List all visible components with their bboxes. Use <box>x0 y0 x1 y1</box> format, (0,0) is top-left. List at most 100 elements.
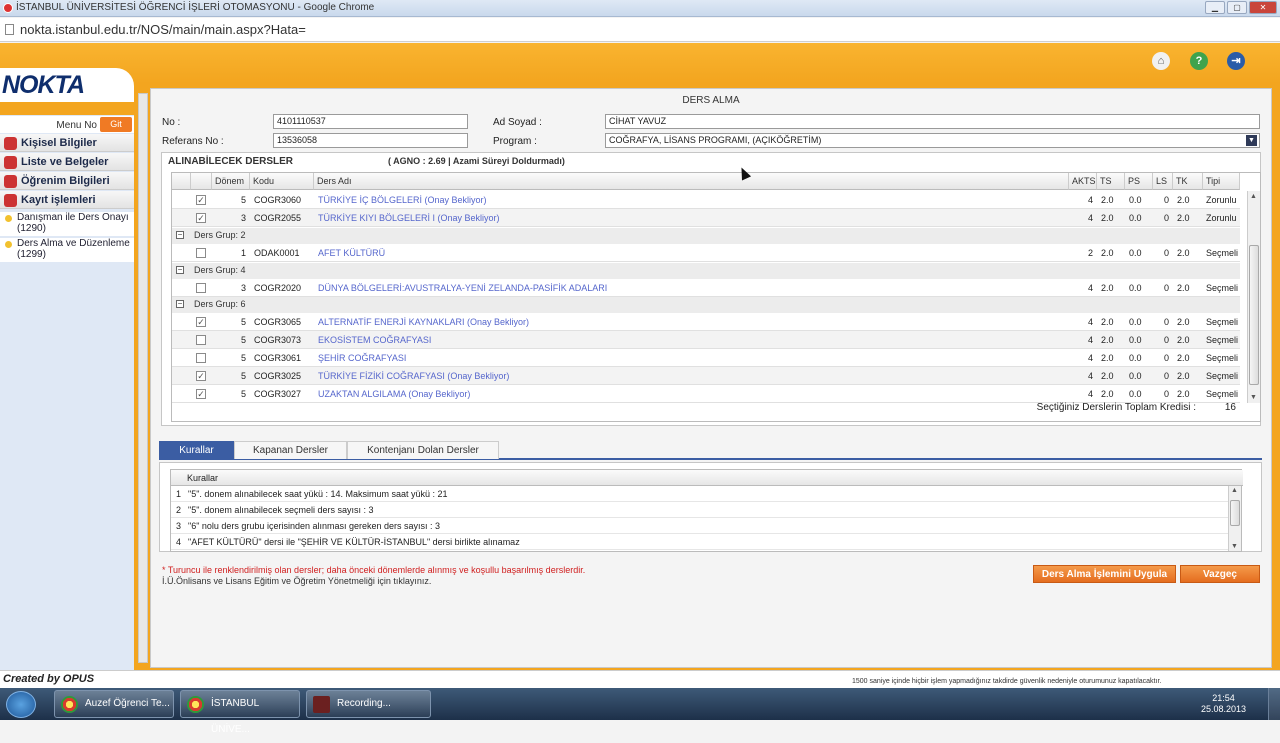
no-field[interactable]: 4101110537 <box>273 114 468 129</box>
course-checkbox[interactable]: ✓ <box>196 195 206 205</box>
scroll-down-icon[interactable]: ▼ <box>1231 543 1238 550</box>
minimize-button[interactable]: ▁ <box>1205 1 1225 14</box>
ref-field[interactable]: 13536058 <box>273 133 468 148</box>
course-row[interactable]: 3 COGR2020 DÜNYA BÖLGELERİ:AVUSTRALYA-YENİ… <box>172 279 1240 297</box>
course-group-row[interactable]: − Ders Grup: 2 <box>172 228 1240 244</box>
page-icon <box>5 24 14 35</box>
taskbar-item-istanbul[interactable]: İSTANBUL ÜNİVE... <box>180 690 300 735</box>
course-checkbox[interactable] <box>196 283 206 293</box>
logo-text: NOKTA <box>2 71 85 99</box>
tab-kontenjani-dolan[interactable]: Kontenjanı Dolan Dersler <box>347 441 499 459</box>
course-cell: 2.0 <box>1101 283 1114 293</box>
apply-button[interactable]: Ders Alma İşlemini Uygula <box>1033 565 1176 583</box>
name-field[interactable]: CİHAT YAVUZ <box>605 114 1260 129</box>
bullet-icon <box>5 241 12 248</box>
col-ders-adi[interactable]: Ders Adı <box>314 173 1069 190</box>
course-cell: Seçmeli <box>1206 283 1239 293</box>
col-ps[interactable]: PS <box>1125 173 1153 190</box>
sidebar-subitem-ders-alma[interactable]: Ders Alma ve Düzenleme (1299) <box>0 238 134 262</box>
label-text: Kayıt işlemleri <box>21 194 96 206</box>
course-cell: Seçmeli <box>1206 389 1239 399</box>
course-cell: 0 <box>1163 213 1169 223</box>
collapse-icon[interactable]: − <box>176 231 184 239</box>
courses-scrollbar[interactable]: ▲ ▼ <box>1247 191 1260 403</box>
course-checkbox[interactable]: ✓ <box>196 371 206 381</box>
system-clock[interactable]: 21:54 25.08.2013 <box>1201 693 1246 715</box>
course-checkbox[interactable]: ✓ <box>196 389 206 399</box>
course-row[interactable]: ✓ 5 COGR3025 TÜRKİYE FİZİKİ COĞRAFYASI (Ona… <box>172 367 1240 385</box>
scroll-up-icon[interactable]: ▲ <box>1250 193 1257 200</box>
course-cell: 2.0 <box>1101 353 1114 363</box>
course-row[interactable]: ✓ 3 COGR2055 TÜRKİYE KIYI BÖLGELERİ I (Onay… <box>172 209 1240 227</box>
nokta-logo[interactable]: NOKTA <box>0 68 134 102</box>
course-row[interactable]: 5 COGR3073 EKOSİSTEM COĞRAFYASI 4 2.0 0.0 0 2.0… <box>172 331 1240 349</box>
taskbar-item-auzef[interactable]: Auzef Öğrenci Te... <box>54 690 174 718</box>
sidebar-item-kayit[interactable]: Kayıt işlemleri <box>0 191 134 209</box>
course-checkbox[interactable]: ✓ <box>196 317 206 327</box>
regulation-link[interactable]: İ.Ü.Önlisans ve Lisans Eğitim ve Öğretim… <box>162 576 431 586</box>
course-cell: 2.0 <box>1177 371 1190 381</box>
chevron-down-icon[interactable]: ▼ <box>1246 135 1257 146</box>
course-cell: COGR3060 <box>254 195 302 205</box>
sidebar-subitem-danisman[interactable]: Danışman ile Ders Onayı (1290) <box>0 212 134 236</box>
help-icon[interactable]: ? <box>1190 52 1208 70</box>
col-donem[interactable]: Dönem <box>212 173 250 190</box>
label-text: "AFET KÜLTÜRÜ" dersi ile "ŞEHİR VE KÜLTÜ… <box>188 537 520 547</box>
cancel-button[interactable]: Vazgeç <box>1180 565 1260 583</box>
course-checkbox[interactable] <box>196 335 206 345</box>
taskbar-item-recording[interactable]: Recording... <box>306 690 431 718</box>
course-cell: 3 <box>240 213 246 223</box>
course-checkbox[interactable] <box>196 353 206 363</box>
course-row[interactable]: 1 ODAK0001 AFET KÜLTÜRÜ 2 2.0 0.0 0 2.0 Seçmeli <box>172 244 1240 262</box>
go-button[interactable]: Git <box>100 117 132 132</box>
left-scrollbar[interactable] <box>138 93 148 663</box>
home-icon[interactable]: ⌂ <box>1152 52 1170 70</box>
logout-icon[interactable]: ⇥ <box>1227 52 1245 70</box>
course-checkbox[interactable]: ✓ <box>196 213 206 223</box>
rules-scrollbar[interactable]: ▲ ▼ <box>1228 486 1241 551</box>
tab-kapanan-dersler[interactable]: Kapanan Dersler <box>234 441 347 459</box>
course-group-row[interactable]: − Ders Grup: 6 <box>172 297 1240 313</box>
course-row[interactable]: ✓ 5 COGR3060 TÜRKİYE İÇ BÖLGELERİ (Onay Bek… <box>172 191 1240 209</box>
col-akts[interactable]: AKTS <box>1069 173 1097 190</box>
scroll-thumb[interactable] <box>1249 245 1259 385</box>
col-tipi[interactable]: Tipi <box>1203 173 1240 190</box>
ders-alma-panel: DERS ALMA No : 4101110537 Referans No : … <box>150 88 1272 668</box>
maximize-button[interactable]: ▢ <box>1227 1 1247 14</box>
sidebar-item-kisisel[interactable]: Kişisel Bilgiler <box>0 134 134 152</box>
program-label: Program : <box>493 136 537 147</box>
start-button[interactable] <box>6 691 36 718</box>
window-title: İSTANBUL ÜNİVERSİTESİ ÖĞRENCİ İŞLERİ OTO… <box>16 2 375 13</box>
sidebar-item-ogrenim[interactable]: Öğrenim Bilgileri <box>0 172 134 190</box>
url-text[interactable]: nokta.istanbul.edu.tr/NOS/main/main.aspx… <box>20 22 306 37</box>
course-cell: 2.0 <box>1177 248 1190 258</box>
address-bar[interactable]: nokta.istanbul.edu.tr/NOS/main/main.aspx… <box>0 18 1280 42</box>
course-cell: 2.0 <box>1177 353 1190 363</box>
scroll-down-icon[interactable]: ▼ <box>1250 394 1257 401</box>
collapse-icon[interactable]: − <box>176 300 184 308</box>
scroll-thumb[interactable] <box>1230 500 1240 526</box>
rule-row: 1 "5". donem alınabilecek saat yükü : 14.… <box>171 486 1229 502</box>
close-button[interactable]: ✕ <box>1249 1 1277 14</box>
course-group-row[interactable]: − Ders Grup: 4 <box>172 263 1240 279</box>
education-icon <box>4 175 17 188</box>
course-checkbox[interactable] <box>196 248 206 258</box>
course-cell: 2.0 <box>1101 371 1114 381</box>
course-row[interactable]: ✓ 5 COGR3065 ALTERNATİF ENERJİ KAYNAKLARI (… <box>172 313 1240 331</box>
window-controls: ▁ ▢ ✕ <box>1205 1 1277 14</box>
course-row[interactable]: ✓ 5 COGR3027 UZAKTAN ALGILAMA (Onay Bekliyo… <box>172 385 1240 403</box>
no-label: No : <box>162 117 181 128</box>
tab-kurallar[interactable]: Kurallar <box>159 441 234 459</box>
program-select[interactable]: COĞRAFYA, LİSANS PROGRAMI, (AÇIKÖĞRETİM)… <box>605 133 1260 148</box>
collapse-icon[interactable]: − <box>176 266 184 274</box>
course-cell: 4 <box>1087 371 1093 381</box>
show-desktop-button[interactable] <box>1268 688 1280 720</box>
course-cell: Seçmeli <box>1206 317 1239 327</box>
col-ts[interactable]: TS <box>1097 173 1125 190</box>
sidebar-item-liste[interactable]: Liste ve Belgeler <box>0 153 134 171</box>
scroll-up-icon[interactable]: ▲ <box>1231 487 1238 494</box>
course-row[interactable]: 5 COGR3061 ŞEHİR COĞRAFYASI 4 2.0 0.0 0 2.0 Seçm… <box>172 349 1240 367</box>
col-kodu[interactable]: Kodu <box>250 173 314 190</box>
col-tk[interactable]: TK <box>1173 173 1203 190</box>
col-ls[interactable]: LS <box>1153 173 1173 190</box>
